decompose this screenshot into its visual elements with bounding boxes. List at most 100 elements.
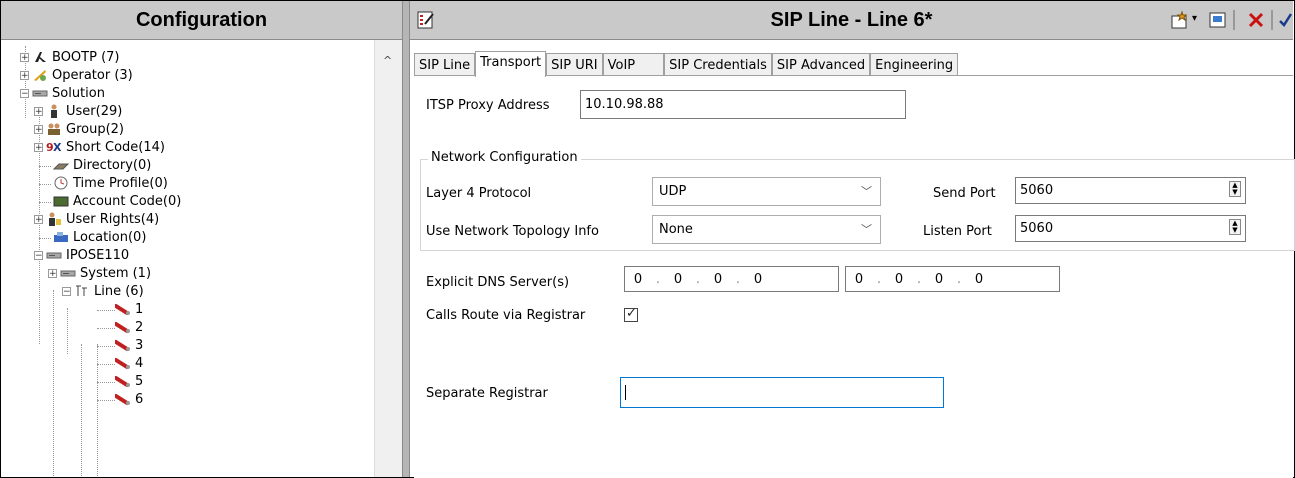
tree-item-label: Line (6) — [94, 283, 144, 299]
tree-item-line[interactable]: − Line (6) — [62, 282, 144, 300]
expand-icon[interactable]: + — [20, 52, 29, 62]
tree-item-directory[interactable]: Directory(0) — [52, 156, 151, 174]
tree-item-line-6[interactable]: 6 — [114, 390, 144, 408]
tree-item-user-rights[interactable]: + User Rights(4) — [34, 210, 159, 228]
expand-icon[interactable]: + — [34, 106, 43, 116]
tree-item-account-code[interactable]: Account Code(0) — [53, 192, 181, 210]
network-topology-select[interactable]: None ﹀ — [652, 215, 881, 244]
tab-engineering[interactable]: Engineering — [870, 53, 959, 76]
solution-icon — [32, 86, 48, 100]
tree-connector — [39, 238, 51, 239]
time-profile-icon — [53, 176, 69, 190]
ip-octet[interactable]: 0 — [705, 272, 731, 287]
tree-item-label: Short Code(14) — [66, 139, 165, 155]
check-icon: ✓ — [626, 306, 637, 321]
collapse-icon[interactable]: − — [62, 286, 71, 296]
panel-splitter[interactable] — [402, 1, 410, 477]
scroll-up-icon[interactable]: ^ — [383, 54, 392, 67]
tree-item-label: 2 — [135, 319, 144, 335]
ok-check-icon[interactable] — [1278, 10, 1295, 30]
expand-icon[interactable]: + — [48, 268, 57, 278]
tree-item-line-5[interactable]: 5 — [114, 372, 143, 390]
tree-item-bootp[interactable]: + BOOTP (7) — [20, 48, 119, 66]
tab-transport[interactable]: Transport — [475, 51, 547, 77]
ip-dot: . — [876, 271, 882, 287]
ip-octet[interactable]: 0 — [745, 272, 771, 287]
ip-dot: . — [695, 271, 701, 287]
tab-sip-credentials[interactable]: SIP Credentials — [664, 53, 772, 76]
collapse-icon[interactable]: − — [20, 88, 29, 98]
line-item-icon — [114, 356, 131, 370]
ip-octet[interactable]: 0 — [926, 272, 952, 287]
configuration-title: Configuration — [1, 1, 402, 40]
tree-item-label: 6 — [135, 391, 144, 407]
tree-item-line-1[interactable]: 1 — [114, 300, 144, 318]
ip-octet[interactable]: 0 — [886, 272, 912, 287]
expand-icon[interactable]: + — [34, 124, 43, 134]
separate-registrar-label: Separate Registrar — [426, 386, 548, 401]
tree-item-solution[interactable]: − Solution — [20, 84, 105, 102]
tree-item-short-code[interactable]: + 9X Short Code(14) — [34, 138, 165, 156]
separate-registrar-input[interactable] — [620, 377, 944, 408]
tree-item-label: Operator (3) — [52, 67, 133, 83]
tab-sip-line[interactable]: SIP Line — [414, 53, 476, 76]
tree-connector — [39, 184, 51, 185]
tree-item-label: Account Code(0) — [73, 193, 182, 209]
expand-icon[interactable]: + — [20, 70, 29, 80]
ip-octet[interactable]: 0 — [625, 272, 651, 287]
tree-connector — [97, 310, 115, 311]
ipose-icon — [46, 248, 62, 262]
line-item-icon — [114, 338, 131, 352]
tree-item-line-2[interactable]: 2 — [114, 318, 144, 336]
network-topology-value: None — [659, 222, 693, 237]
tree-scrollbar[interactable]: ^ — [374, 40, 403, 477]
layer4-protocol-label: Layer 4 Protocol — [426, 186, 532, 201]
tree-item-location[interactable]: Location(0) — [53, 228, 146, 246]
ip-octet[interactable]: 0 — [846, 272, 872, 287]
tree-item-line-4[interactable]: 4 — [114, 354, 143, 372]
tree-item-time-profile[interactable]: Time Profile(0) — [53, 174, 168, 192]
user-rights-icon — [46, 212, 62, 226]
listen-port-spinner[interactable]: 5060 ▲ ▼ — [1015, 215, 1246, 242]
calls-route-checkbox[interactable]: ✓ — [624, 306, 638, 322]
ip-octet[interactable]: 0 — [966, 272, 992, 287]
tab-sip-advanced[interactable]: SIP Advanced — [771, 53, 871, 76]
network-topology-label: Use Network Topology Info — [426, 224, 599, 239]
line-item-icon — [114, 392, 131, 406]
tree-connector — [97, 382, 115, 383]
tab-bar: SIP Line Transport SIP URI VoIP SIP Cred… — [414, 51, 959, 77]
expand-icon[interactable]: + — [34, 214, 43, 224]
line-item-icon — [114, 374, 131, 388]
tree-item-operator[interactable]: + Operator (3) — [20, 66, 133, 84]
send-port-spinner[interactable]: 5060 ▲ ▼ — [1015, 177, 1246, 204]
new-item-icon[interactable] — [1170, 10, 1190, 30]
export-icon[interactable] — [1208, 10, 1228, 30]
tree-item-label: 3 — [135, 337, 144, 353]
collapse-icon[interactable]: − — [34, 250, 43, 260]
tree-item-line-3[interactable]: 3 — [114, 336, 144, 354]
ip-octet[interactable]: 0 — [665, 272, 691, 287]
chevron-down-icon: ﹀ — [861, 223, 872, 236]
dropdown-arrow-icon[interactable]: ▾ — [1192, 13, 1204, 33]
tab-sip-uri[interactable]: SIP URI — [546, 53, 603, 76]
itsp-proxy-input[interactable]: 10.10.98.88 — [580, 90, 906, 119]
cancel-icon[interactable] — [1246, 10, 1266, 30]
tab-voip[interactable]: VoIP — [602, 53, 665, 76]
tree-connector — [97, 400, 115, 401]
tree-item-system[interactable]: + System (1) — [48, 264, 151, 282]
toolbar-divider — [1271, 10, 1273, 30]
spin-up-down-icon[interactable]: ▲ ▼ — [1229, 219, 1241, 235]
dns-server-1-input[interactable]: 0. 0. 0. 0 — [624, 266, 839, 292]
spin-up-down-icon[interactable]: ▲ ▼ — [1229, 181, 1241, 197]
tree-item-ipose110[interactable]: − IPOSE110 — [34, 246, 129, 264]
tree-item-user[interactable]: + User(29) — [34, 102, 122, 120]
tree-item-label: 1 — [135, 301, 144, 317]
tree-item-group[interactable]: + Group(2) — [34, 120, 124, 138]
tree-item-label: System (1) — [80, 265, 152, 281]
expand-icon[interactable]: + — [34, 142, 43, 152]
tree-item-label: IPOSE110 — [66, 247, 130, 263]
dns-server-2-input[interactable]: 0. 0. 0. 0 — [845, 266, 1060, 292]
layer4-protocol-select[interactable]: UDP ﹀ — [652, 177, 881, 206]
config-tree: + BOOTP (7) + Operator (3) − Solution + … — [1, 40, 373, 477]
tree-item-label: User(29) — [66, 103, 123, 119]
